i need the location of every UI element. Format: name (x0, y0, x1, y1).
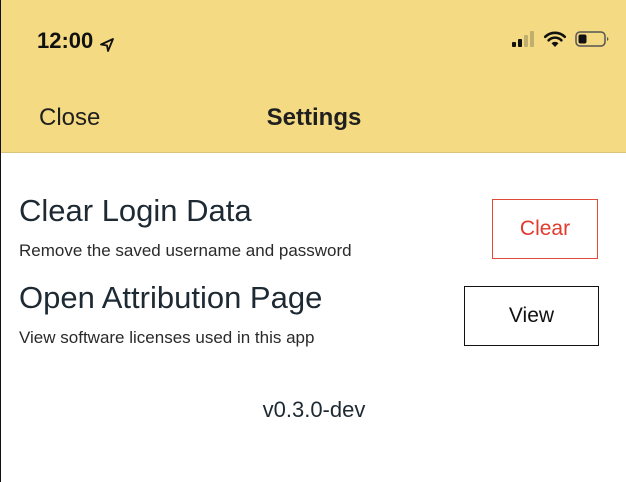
battery-icon (575, 30, 611, 53)
clear-login-title: Clear Login Data (19, 193, 252, 228)
clear-button[interactable]: Clear (492, 199, 598, 259)
status-time: 12:00 (37, 28, 115, 54)
attribution-description: View software licenses used in this app (19, 328, 315, 347)
version-label: v0.3.0-dev (262, 397, 366, 422)
settings-screen: 12:00 Settings Close Clear Login Data Re… (0, 0, 626, 482)
attribution-title: Open Attribution Page (19, 280, 323, 315)
signal-icon (511, 31, 535, 52)
view-button[interactable]: View (464, 286, 599, 346)
header-bar: 12:00 Settings Close (1, 0, 626, 153)
wifi-icon (543, 30, 567, 53)
clear-login-description: Remove the saved username and password (19, 241, 352, 260)
location-arrow-icon (99, 33, 115, 52)
close-button[interactable]: Close (39, 104, 100, 132)
status-icons (511, 30, 611, 53)
status-time-text: 12:00 (37, 28, 94, 53)
